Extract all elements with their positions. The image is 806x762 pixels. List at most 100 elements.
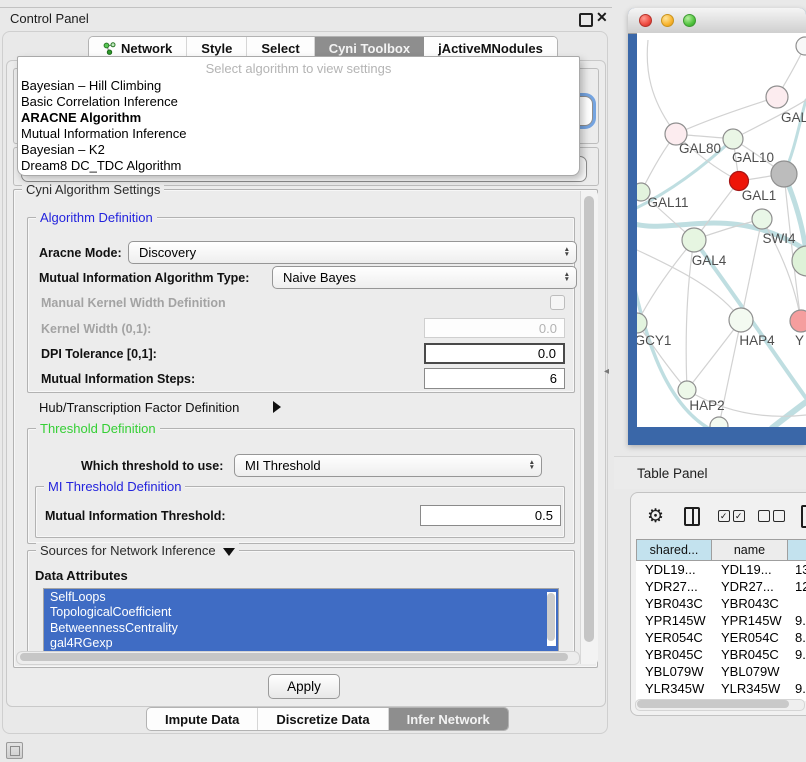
dpi-tolerance-label: DPI Tolerance [0,1]:	[41, 347, 157, 361]
mi-algorithm-type-combobox[interactable]: Naive Bayes ▲▼	[272, 266, 577, 289]
hub-section-label: Hub/Transcription Factor Definition	[39, 400, 239, 415]
cell: YBR045C	[712, 647, 788, 662]
dropdown-option[interactable]: Dream8 DC_TDC Algorithm	[20, 158, 181, 174]
node-label: GAL4	[692, 253, 727, 268]
mi-threshold-label: Mutual Information Threshold:	[45, 509, 226, 523]
cell: YER054C	[712, 630, 788, 645]
node-salmon[interactable]	[790, 310, 806, 332]
manual-kernel-width-checkbox[interactable]	[550, 295, 565, 310]
apply-button[interactable]: Apply	[268, 674, 340, 699]
kernel-width-field[interactable]	[424, 318, 565, 338]
collapse-down-icon[interactable]	[223, 548, 235, 556]
scrollbar-thumb[interactable]	[20, 653, 568, 661]
scrollbar-thumb[interactable]	[584, 196, 594, 642]
dropdown-option-highlighted[interactable]: ARACNE Algorithm	[20, 110, 141, 126]
table-row[interactable]: YBL079W YBL079W	[636, 663, 806, 680]
expand-right-icon[interactable]	[273, 401, 281, 413]
cell: YPR145W	[636, 613, 712, 628]
tab-discretize-data[interactable]: Discretize Data	[258, 708, 388, 730]
kernel-width-label: Kernel Width (0,1):	[41, 322, 151, 336]
node-gal10[interactable]	[723, 129, 743, 149]
table-row[interactable]: YER054C YER054C 8.	[636, 629, 806, 646]
dpi-tolerance-field[interactable]	[424, 343, 565, 364]
column-header-name[interactable]: name	[712, 539, 788, 561]
cell: YBL079W	[712, 664, 788, 679]
node-gal4[interactable]	[682, 228, 706, 252]
table-row[interactable]: YDR27... YDR27... 12	[636, 578, 806, 595]
data-attributes-list[interactable]: SelfLoops TopologicalCoefficient Between…	[43, 588, 559, 652]
network-canvas[interactable]: GAL GAL80 GAL10 GAL1 GAL11 SWI4 GAL4 GCY…	[637, 33, 806, 427]
settings-horizontal-scrollbar[interactable]	[16, 651, 580, 665]
list-item[interactable]: SelfLoops	[44, 589, 558, 605]
dropdown-option[interactable]: Basic Correlation Inference	[20, 94, 178, 110]
which-threshold-combobox[interactable]: MI Threshold ▲▼	[234, 454, 542, 477]
aracne-mode-label: Aracne Mode:	[39, 246, 122, 260]
control-panel-titlebar	[0, 7, 612, 32]
list-scrollbar[interactable]	[547, 592, 556, 646]
scrollbar-thumb[interactable]	[547, 593, 555, 641]
dropdown-option[interactable]: Bayesian – K2	[20, 142, 105, 158]
column-header-partial[interactable]	[788, 539, 806, 561]
scrollbar-thumb[interactable]	[637, 700, 789, 708]
table-toolbar: ⚙ ✓✓	[631, 493, 806, 539]
dropdown-option[interactable]: Bayesian – Hill Climbing	[20, 78, 161, 94]
node-gray[interactable]	[771, 161, 797, 187]
list-item[interactable]: gal4RGexp	[44, 636, 558, 652]
tab-label: Select	[261, 41, 299, 56]
node-unlabeled-top[interactable]	[796, 37, 806, 55]
split-columns-icon[interactable]	[684, 507, 700, 526]
node-label: GAL	[781, 110, 806, 125]
new-document-icon[interactable]	[801, 505, 806, 528]
mac-zoom-icon[interactable]	[683, 14, 696, 27]
table-row[interactable]: YLR345W YLR345W 9.	[636, 680, 806, 697]
table-row[interactable]: YPR145W YPR145W 9.	[636, 612, 806, 629]
which-threshold-label: Which threshold to use:	[81, 459, 223, 473]
node-hap4[interactable]	[729, 308, 753, 332]
mac-minimize-icon[interactable]	[661, 14, 674, 27]
panel-collapse-arrow-icon[interactable]: ◂	[604, 366, 609, 377]
gear-icon[interactable]: ⚙	[647, 507, 664, 526]
mac-close-icon[interactable]	[639, 14, 652, 27]
grid-corner-icon[interactable]	[6, 742, 23, 759]
float-window-icon[interactable]	[579, 13, 593, 27]
dropdown-option[interactable]: Mutual Information Inference	[20, 126, 186, 142]
tab-label: Cyni Toolbox	[329, 41, 410, 56]
tab-label: Discretize Data	[276, 712, 369, 727]
list-item[interactable]: TopologicalCoefficient	[44, 605, 558, 621]
mi-threshold-field[interactable]	[420, 505, 561, 526]
cell: YBR043C	[712, 596, 788, 611]
deselect-all-checkboxes-icon[interactable]	[758, 510, 785, 522]
network-window-titlebar[interactable]	[628, 8, 806, 34]
settings-vertical-scrollbar[interactable]	[580, 191, 598, 664]
apply-button-label: Apply	[287, 679, 321, 694]
table-row[interactable]: YDL19... YDL19... 13	[636, 561, 806, 578]
select-all-checkboxes-icon[interactable]: ✓✓	[718, 510, 745, 522]
node-unlabeled-bottom[interactable]	[710, 417, 728, 427]
cell: 12	[788, 579, 806, 594]
table-horizontal-scrollbar[interactable]	[635, 699, 805, 711]
node-label: Y	[795, 333, 804, 348]
cell: YLR345W	[712, 681, 788, 696]
table-row[interactable]: YBR043C YBR043C	[636, 595, 806, 612]
cell: YBR045C	[636, 647, 712, 662]
aracne-mode-combobox[interactable]: Discovery ▲▼	[128, 241, 577, 264]
threshold-definition-title: Threshold Definition	[36, 421, 160, 436]
cell: YLR345W	[636, 681, 712, 696]
tab-impute-data[interactable]: Impute Data	[147, 708, 258, 730]
column-header-shared[interactable]: shared...	[636, 539, 712, 561]
table-panel-title: Table Panel	[614, 466, 708, 481]
node-gal-partial[interactable]	[766, 86, 788, 108]
list-item[interactable]: BetweennessCentrality	[44, 620, 558, 636]
cell: 8.	[788, 630, 806, 645]
combobox-value: Discovery	[139, 245, 196, 260]
close-icon[interactable]: ✕	[596, 9, 608, 26]
node-label: GAL11	[647, 195, 688, 210]
table-row[interactable]: YBR045C YBR045C 9.	[636, 646, 806, 663]
mi-steps-field[interactable]	[424, 368, 565, 389]
node-swi4[interactable]	[752, 209, 772, 229]
tab-infer-network[interactable]: Infer Network	[389, 708, 508, 730]
spinner-arrows-icon: ▲▼	[529, 461, 535, 470]
node-label: GAL1	[742, 188, 777, 203]
cell: YDR27...	[712, 579, 788, 594]
node-hap2[interactable]	[678, 381, 696, 399]
